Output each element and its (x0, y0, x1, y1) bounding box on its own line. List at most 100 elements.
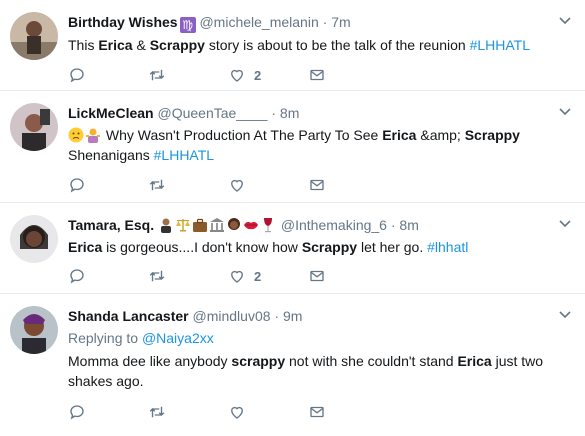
briefcase-emoji-icon (193, 218, 208, 232)
replying-to: Replying to @Naiya2xx (68, 328, 555, 348)
user-handle[interactable]: @michele_melanin (199, 14, 318, 30)
avatar[interactable] (10, 103, 58, 151)
reply-icon (70, 405, 84, 420)
tweet[interactable]: Shanda Lancaster @mindluv08 · 9m Replyin… (0, 294, 585, 436)
heart-icon (231, 69, 243, 82)
avatar[interactable] (10, 306, 58, 354)
retweet-icon (149, 69, 165, 81)
hashtag-link[interactable]: #lhhatl (427, 239, 468, 255)
like-button[interactable]: 2 (228, 66, 308, 84)
text-segment: &amp; (416, 127, 465, 143)
reply-icon (70, 178, 84, 193)
retweet-button[interactable] (148, 66, 228, 84)
user-handle[interactable]: @QueenTae____ (157, 105, 267, 121)
heart-icon (231, 406, 243, 419)
display-name[interactable]: Birthday Wishes (68, 14, 178, 30)
display-name[interactable]: LickMeClean (68, 105, 154, 121)
text-segment: & (132, 37, 150, 53)
wine-glass-emoji-icon (264, 218, 273, 233)
lips-emoji-icon (244, 221, 259, 230)
balance-scale-emoji-icon (176, 219, 191, 232)
envelope-icon (310, 406, 324, 418)
tweet[interactable]: LickMeClean @QueenTae____ · 8m Why Wasn'… (0, 91, 585, 203)
reply-button[interactable] (68, 176, 148, 194)
like-count: 2 (254, 67, 262, 83)
timestamp[interactable]: 8m (399, 217, 418, 233)
reply-button[interactable] (68, 66, 148, 84)
judge-emoji-icon (161, 218, 172, 233)
classical-building-emoji-icon (210, 218, 225, 232)
user-handle[interactable]: @mindluv08 (193, 308, 271, 324)
tweet[interactable]: Birthday Wishes ♍ @michele_melanin · 7m T… (0, 0, 585, 91)
text-segment: let her go. (357, 239, 428, 255)
separator-dot: · (274, 308, 280, 324)
timestamp[interactable]: 8m (280, 105, 299, 121)
direct-message-button[interactable] (308, 267, 388, 285)
direct-message-button[interactable] (308, 176, 388, 194)
envelope-icon (310, 179, 324, 191)
tweet-text: Momma dee like anybody scrappy not with … (68, 351, 555, 391)
reply-button[interactable] (68, 403, 148, 421)
keyword: Scrappy (149, 37, 205, 53)
keyword: Scrappy (301, 239, 358, 255)
retweet-icon (149, 179, 165, 191)
like-button[interactable]: 2 (228, 267, 308, 285)
text-segment: Momma dee like anybody (68, 353, 232, 369)
retweet-icon (149, 270, 165, 282)
avatar[interactable] (10, 215, 58, 263)
tweet-text: This Erica & Scrappy story is about to b… (68, 35, 555, 55)
hashtag-link[interactable]: #LHHATL (470, 37, 530, 53)
like-button[interactable] (228, 176, 308, 194)
reply-icon (70, 68, 84, 83)
keyword: Erica (98, 37, 133, 53)
retweet-button[interactable] (148, 403, 228, 421)
reply-button[interactable] (68, 267, 148, 285)
chevron-down-icon[interactable] (559, 105, 571, 117)
keyword: Erica (382, 127, 417, 143)
timestamp[interactable]: 7m (331, 14, 350, 30)
separator-dot: · (271, 105, 277, 121)
text-segment: is gorgeous....I don't know how (102, 239, 302, 255)
tweet[interactable]: Tamara, Esq. @Inthemaking_6 · 8m Erica i… (0, 203, 585, 294)
like-count: 2 (254, 268, 262, 284)
like-button[interactable] (228, 403, 308, 421)
virgo-badge-icon: ♍ (179, 17, 196, 33)
direct-message-button[interactable] (308, 66, 388, 84)
woman-shrugging-emoji-icon (86, 128, 100, 143)
keyword: scrappy (231, 353, 286, 369)
woman-emoji-icon (228, 218, 241, 230)
keyword: Erica (457, 353, 492, 369)
display-name[interactable]: Shanda Lancaster (68, 308, 189, 324)
avatar[interactable] (10, 12, 58, 60)
text-segment: Shenanigans (68, 147, 154, 163)
mention-link[interactable]: @Naiya2xx (142, 330, 214, 346)
separator-dot: · (390, 217, 396, 233)
envelope-icon (310, 69, 324, 81)
heart-icon (231, 270, 243, 283)
tweet-feed: Birthday Wishes ♍ @michele_melanin · 7m T… (0, 0, 585, 436)
reply-icon (70, 269, 84, 284)
retweet-button[interactable] (148, 267, 228, 285)
text-segment: Why Wasn't Production At The Party To Se… (105, 127, 383, 143)
text-segment: story is about to be the talk of the reu… (204, 37, 470, 53)
hashtag-link[interactable]: #LHHATL (154, 147, 214, 163)
retweet-button[interactable] (148, 176, 228, 194)
text-segment: This (68, 37, 99, 53)
envelope-icon (310, 270, 324, 282)
chevron-down-icon[interactable] (559, 217, 571, 229)
timestamp[interactable]: 9m (283, 308, 302, 324)
direct-message-button[interactable] (308, 403, 388, 421)
keyword: Scrappy (464, 127, 520, 143)
separator-dot: · (322, 14, 328, 30)
replying-to-label: Replying to (68, 330, 142, 346)
tweet-text: Erica is gorgeous....I don't know how Sc… (68, 237, 555, 257)
retweet-icon (149, 406, 165, 418)
display-name[interactable]: Tamara, Esq. (68, 217, 154, 233)
chevron-down-icon[interactable] (559, 14, 571, 26)
user-handle[interactable]: @Inthemaking_6 (281, 217, 387, 233)
chevron-down-icon[interactable] (559, 308, 571, 320)
heart-icon (231, 179, 243, 192)
keyword: Erica (68, 239, 103, 255)
tweet-text: Why Wasn't Production At The Party To Se… (68, 125, 555, 165)
text-segment: not with she couldn't stand (285, 353, 458, 369)
